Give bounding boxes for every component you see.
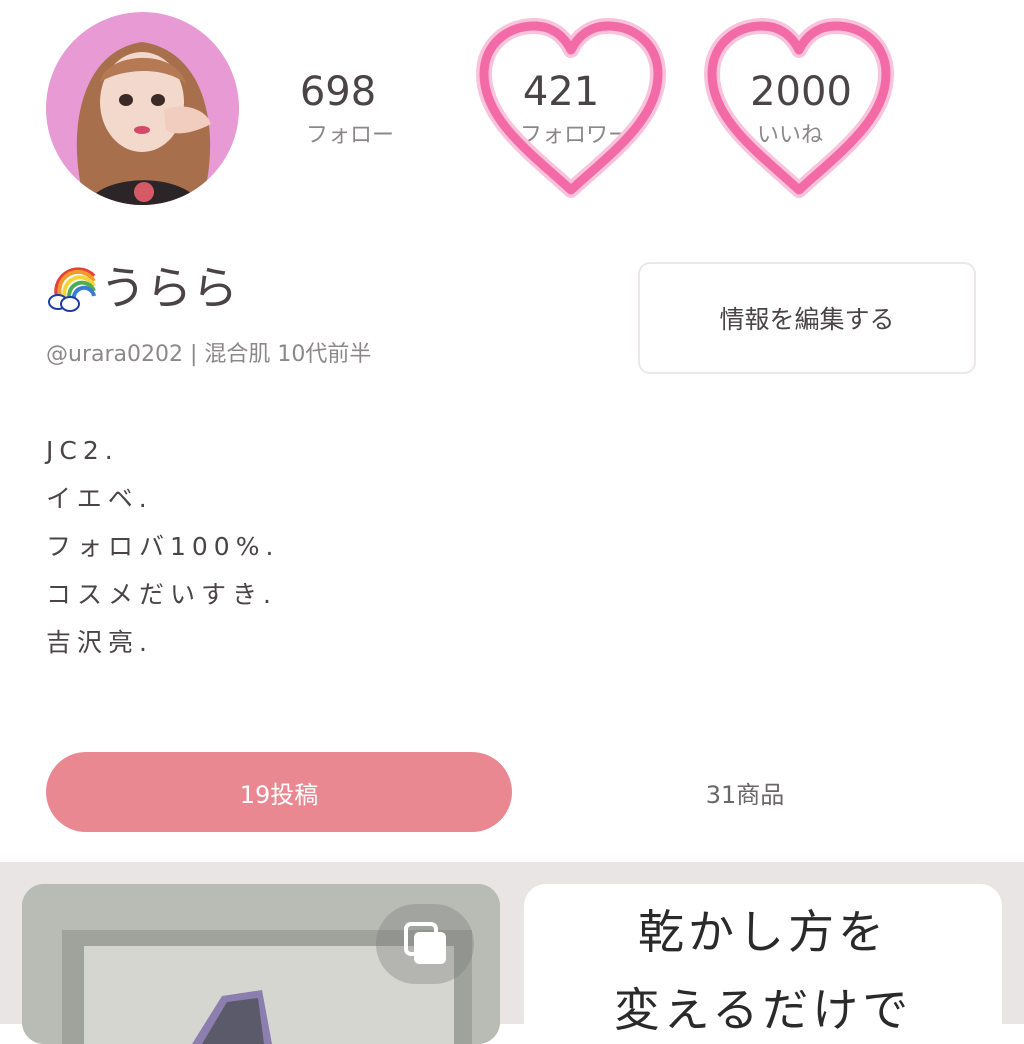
tab-posts[interactable]: 19投稿	[46, 752, 512, 832]
likes-label[interactable]: いいね	[690, 124, 890, 148]
post-caption-line: 乾かし方を	[638, 905, 888, 959]
post-caption-line: 変えるだけで	[613, 983, 913, 1037]
bio-line: 吉沢亮.	[46, 628, 153, 657]
followers-count[interactable]: 421	[461, 72, 661, 112]
following-count[interactable]: 698	[238, 72, 438, 112]
multiple-images-badge	[376, 904, 474, 984]
bio-line: JC2.	[46, 436, 119, 465]
multiple-images-icon	[404, 922, 446, 964]
followers-label[interactable]: フォロワー	[475, 124, 675, 148]
profile-handle-skin: @urara0202 | 混合肌 10代前半	[46, 342, 372, 367]
following-label[interactable]: フォロー	[250, 124, 450, 148]
edit-profile-button[interactable]: 情報を編集する	[638, 262, 976, 374]
likes-count[interactable]: 2000	[701, 72, 901, 112]
tab-products[interactable]: 31商品	[512, 752, 978, 832]
avatar[interactable]	[46, 12, 239, 205]
bio-line: コスメだいすき.	[46, 580, 277, 609]
avatar-photo	[46, 12, 239, 205]
bio-line: イエベ.	[46, 484, 153, 513]
profile-name: うらら	[100, 261, 238, 315]
rainbow-cloud-icon	[48, 267, 96, 312]
bio-line: フォロバ100%.	[46, 532, 280, 561]
